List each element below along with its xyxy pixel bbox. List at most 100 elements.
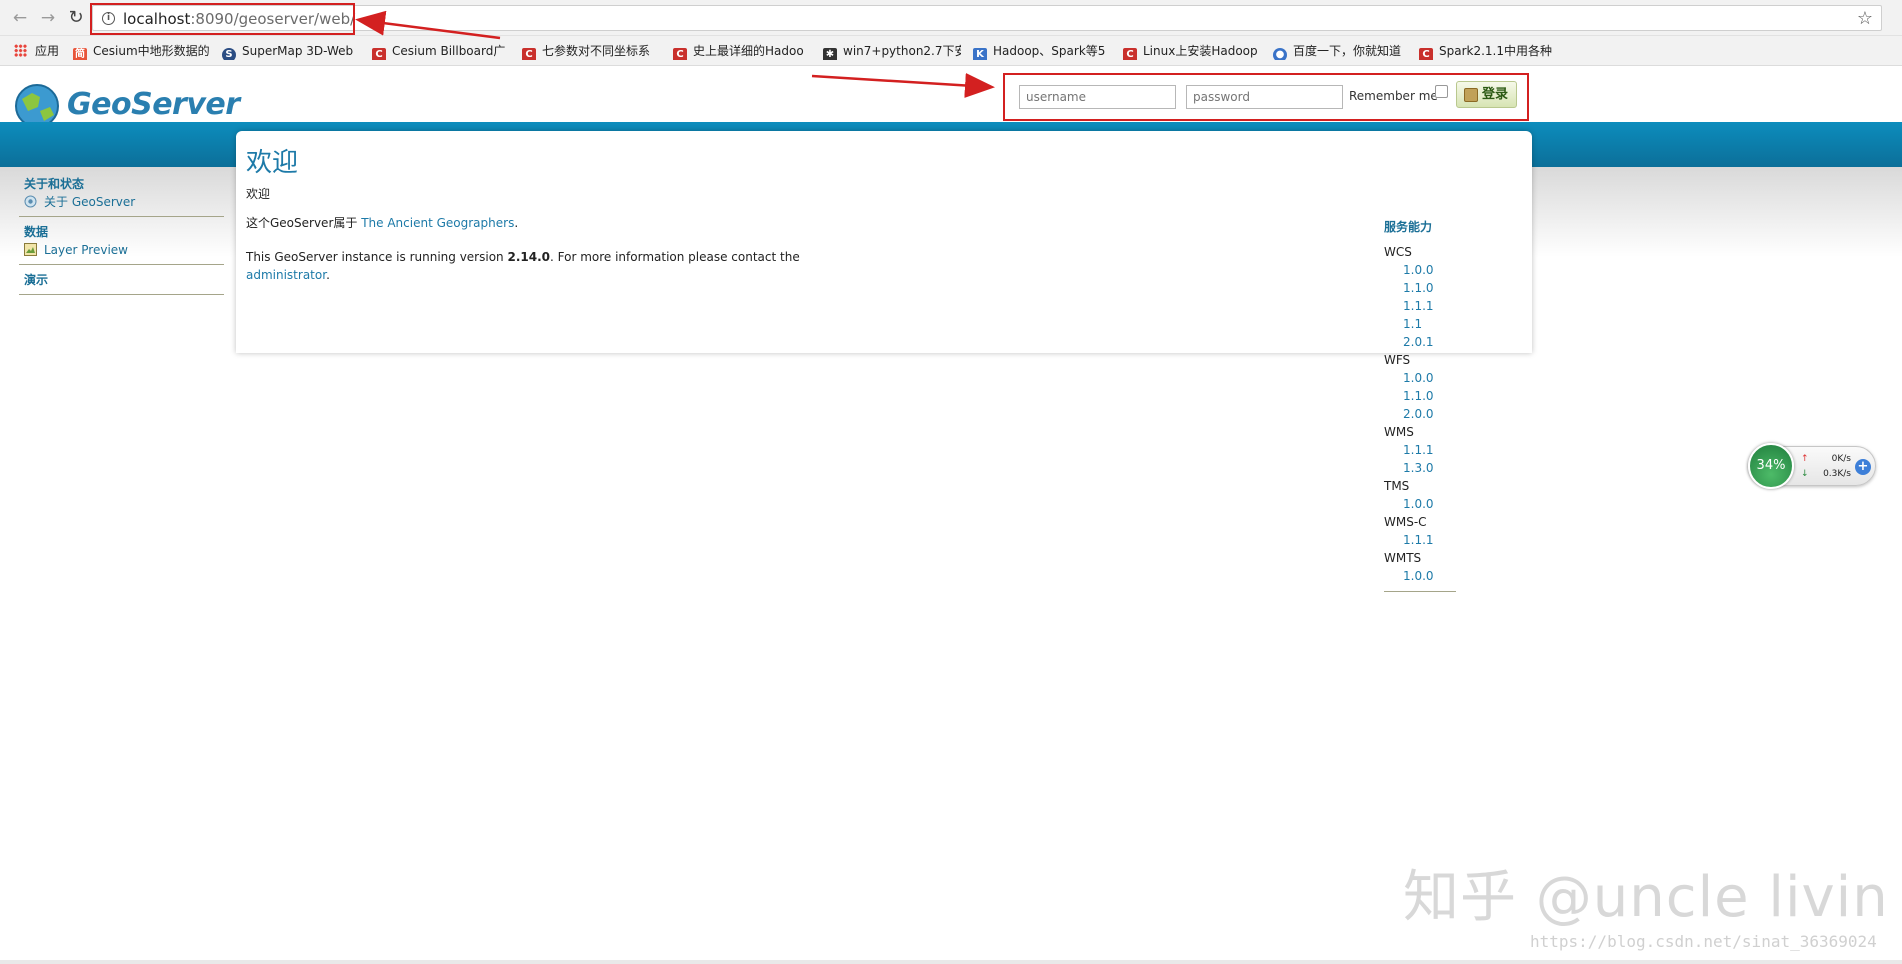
upload-speed: ↑ 0K/s — [1801, 454, 1851, 464]
address-bar[interactable]: i localhost:8090/geoserver/web/ ☆ — [92, 5, 1882, 31]
capabilities-title: 服务能力 — [1384, 220, 1433, 234]
download-speed: ↓ 0.3K/s — [1801, 469, 1851, 479]
upload-speed-value: 0K/s — [1831, 454, 1851, 464]
bookmark-item[interactable]: 简 Cesium中地形数据的 — [73, 42, 213, 60]
username-input[interactable] — [1019, 85, 1176, 109]
bookmark-item[interactable]: C Linux上安装Hadoop — [1123, 42, 1261, 60]
service-version-link[interactable]: 2.0.1 — [1384, 333, 1456, 351]
sidebar-divider — [19, 294, 224, 295]
login-form: Remember me 登录 — [1003, 73, 1529, 121]
service-version-link[interactable]: 1.1 — [1384, 315, 1456, 333]
capabilities-divider — [1384, 591, 1456, 592]
watermark-url: https://blog.csdn.net/sinat_36369024 — [1530, 932, 1877, 951]
apps-icon — [14, 44, 27, 57]
plus-icon[interactable]: + — [1855, 459, 1871, 475]
admin-line: administrator. — [246, 268, 330, 282]
version-number: 2.14.0 — [507, 250, 550, 264]
download-speed-value: 0.3K/s — [1823, 469, 1851, 479]
bookmark-label: Hadoop、Spark等5 — [993, 44, 1106, 58]
csdn-icon: C — [673, 48, 687, 60]
service-version-link[interactable]: 1.0.0 — [1384, 567, 1456, 585]
owner-suffix: . — [514, 216, 519, 230]
geoserver-header: GeoServer — [0, 67, 1902, 128]
bookmark-star-icon[interactable]: ☆ — [1857, 8, 1873, 29]
service-capabilities: 服务能力 WCS 1.0.0 1.1.0 1.1.1 1.1 2.0.1 WFS… — [1384, 219, 1456, 592]
csdn-icon: C — [372, 48, 386, 60]
service-name: WFS — [1384, 353, 1411, 367]
sidebar-divider — [19, 216, 224, 217]
bottom-edge — [0, 960, 1902, 964]
sidebar-item-label: Layer Preview — [44, 243, 128, 257]
bookmark-item[interactable]: K Hadoop、Spark等5 — [973, 42, 1111, 60]
main-content: 欢迎 欢迎 这个GeoServer属于 The Ancient Geograph… — [236, 131, 1532, 353]
password-input[interactable] — [1186, 85, 1343, 109]
login-button[interactable]: 登录 — [1456, 81, 1517, 108]
cnblogs-icon: ✱ — [823, 48, 837, 60]
service-version-link[interactable]: 2.0.0 — [1384, 405, 1456, 423]
csdn-icon: C — [522, 48, 536, 60]
bookmark-item[interactable]: ● 百度一下，你就知道 — [1273, 42, 1411, 60]
bookmark-label: 七参数对不同坐标系 — [542, 44, 651, 58]
bookmark-label: 史上最详细的Hadoo — [693, 44, 804, 58]
bookmark-item[interactable]: C 史上最详细的Hadoo — [673, 42, 811, 60]
service-name: TMS — [1384, 479, 1410, 493]
bookmark-label: Spark2.1.1中用各种 — [1439, 44, 1553, 58]
service-version-link[interactable]: 1.0.0 — [1384, 261, 1456, 279]
sidebar: 关于和状态 关于 GeoServer 数据 Layer Preview 演示 — [19, 175, 224, 301]
login-label: 登录 — [1482, 87, 1509, 102]
bookmark-item[interactable]: S SuperMap 3D-Web — [222, 42, 360, 60]
owner-link[interactable]: The Ancient Geographers — [361, 216, 514, 230]
service-version-link[interactable]: 1.0.0 — [1384, 495, 1456, 513]
page-title: 欢迎 — [246, 148, 299, 178]
owner-prefix: 这个GeoServer属于 — [246, 216, 358, 230]
net-speed-widget[interactable]: 34% ↑ 0K/s ↓ 0.3K/s + — [1748, 443, 1876, 489]
bookmark-apps[interactable]: 应用 — [14, 42, 74, 60]
bookmark-label: Cesium中地形数据的 — [93, 44, 210, 58]
sidebar-section-data: 数据 — [24, 225, 49, 239]
usage-gauge[interactable]: 34% — [1748, 443, 1794, 489]
kr-icon: K — [973, 48, 987, 60]
service-version-link[interactable]: 1.1.0 — [1384, 387, 1456, 405]
remember-me-checkbox[interactable] — [1435, 85, 1448, 98]
bookmark-label: 应用 — [35, 44, 60, 58]
bookmark-icon-orange: 简 — [73, 48, 87, 60]
service-version-link[interactable]: 1.1.1 — [1384, 531, 1456, 549]
sidebar-section-demos[interactable]: 演示 — [24, 271, 224, 289]
reload-icon[interactable]: ↻ — [66, 8, 86, 28]
version-prefix: This GeoServer instance is running versi… — [246, 250, 504, 264]
welcome-text: 欢迎 — [246, 187, 271, 201]
bookmark-icon-blue: S — [222, 48, 236, 60]
administrator-link[interactable]: administrator — [246, 268, 326, 282]
service-version-link[interactable]: 1.0.0 — [1384, 369, 1456, 387]
service-version-link[interactable]: 1.3.0 — [1384, 459, 1456, 477]
bookmark-item[interactable]: ✱ win7+python2.7下安 — [823, 42, 961, 60]
bookmark-label: win7+python2.7下安 — [843, 44, 961, 58]
bookmarks-bar: 应用 简 Cesium中地形数据的 S SuperMap 3D-Web C Cesiu… — [0, 36, 1902, 66]
service-name: WMS — [1384, 425, 1414, 439]
owner-line: 这个GeoServer属于 The Ancient Geographers. — [246, 214, 518, 231]
forward-arrow-icon[interactable]: → — [38, 8, 58, 28]
bookmark-item[interactable]: C Cesium Billboard广 — [372, 42, 510, 60]
service-name: WMTS — [1384, 551, 1422, 565]
service-name: WCS — [1384, 245, 1412, 259]
bookmark-label: Linux上安装Hadoop — [1143, 44, 1258, 58]
admin-suffix: . — [326, 268, 330, 282]
sidebar-item-label: 关于 GeoServer — [44, 195, 136, 209]
service-version-link[interactable]: 1.1.0 — [1384, 279, 1456, 297]
baidu-icon: ● — [1273, 48, 1287, 60]
upload-arrow-icon: ↑ — [1801, 454, 1809, 464]
sidebar-item-layer-preview[interactable]: Layer Preview — [24, 241, 224, 259]
back-arrow-icon[interactable]: ← — [10, 8, 30, 28]
bookmark-label: 百度一下，你就知道 — [1293, 44, 1402, 58]
login-icon — [1464, 88, 1478, 102]
sidebar-divider — [19, 264, 224, 265]
sidebar-item-about-geoserver[interactable]: 关于 GeoServer — [24, 193, 224, 211]
geoserver-logo-text[interactable]: GeoServer — [67, 87, 240, 122]
service-version-link[interactable]: 1.1.1 — [1384, 441, 1456, 459]
layer-preview-icon — [24, 243, 37, 256]
remember-me-label: Remember me — [1349, 89, 1438, 103]
version-line: This GeoServer instance is running versi… — [246, 250, 800, 264]
bookmark-item[interactable]: C 七参数对不同坐标系 — [522, 42, 660, 60]
bookmark-item[interactable]: C Spark2.1.1中用各种 — [1419, 42, 1559, 60]
service-version-link[interactable]: 1.1.1 — [1384, 297, 1456, 315]
